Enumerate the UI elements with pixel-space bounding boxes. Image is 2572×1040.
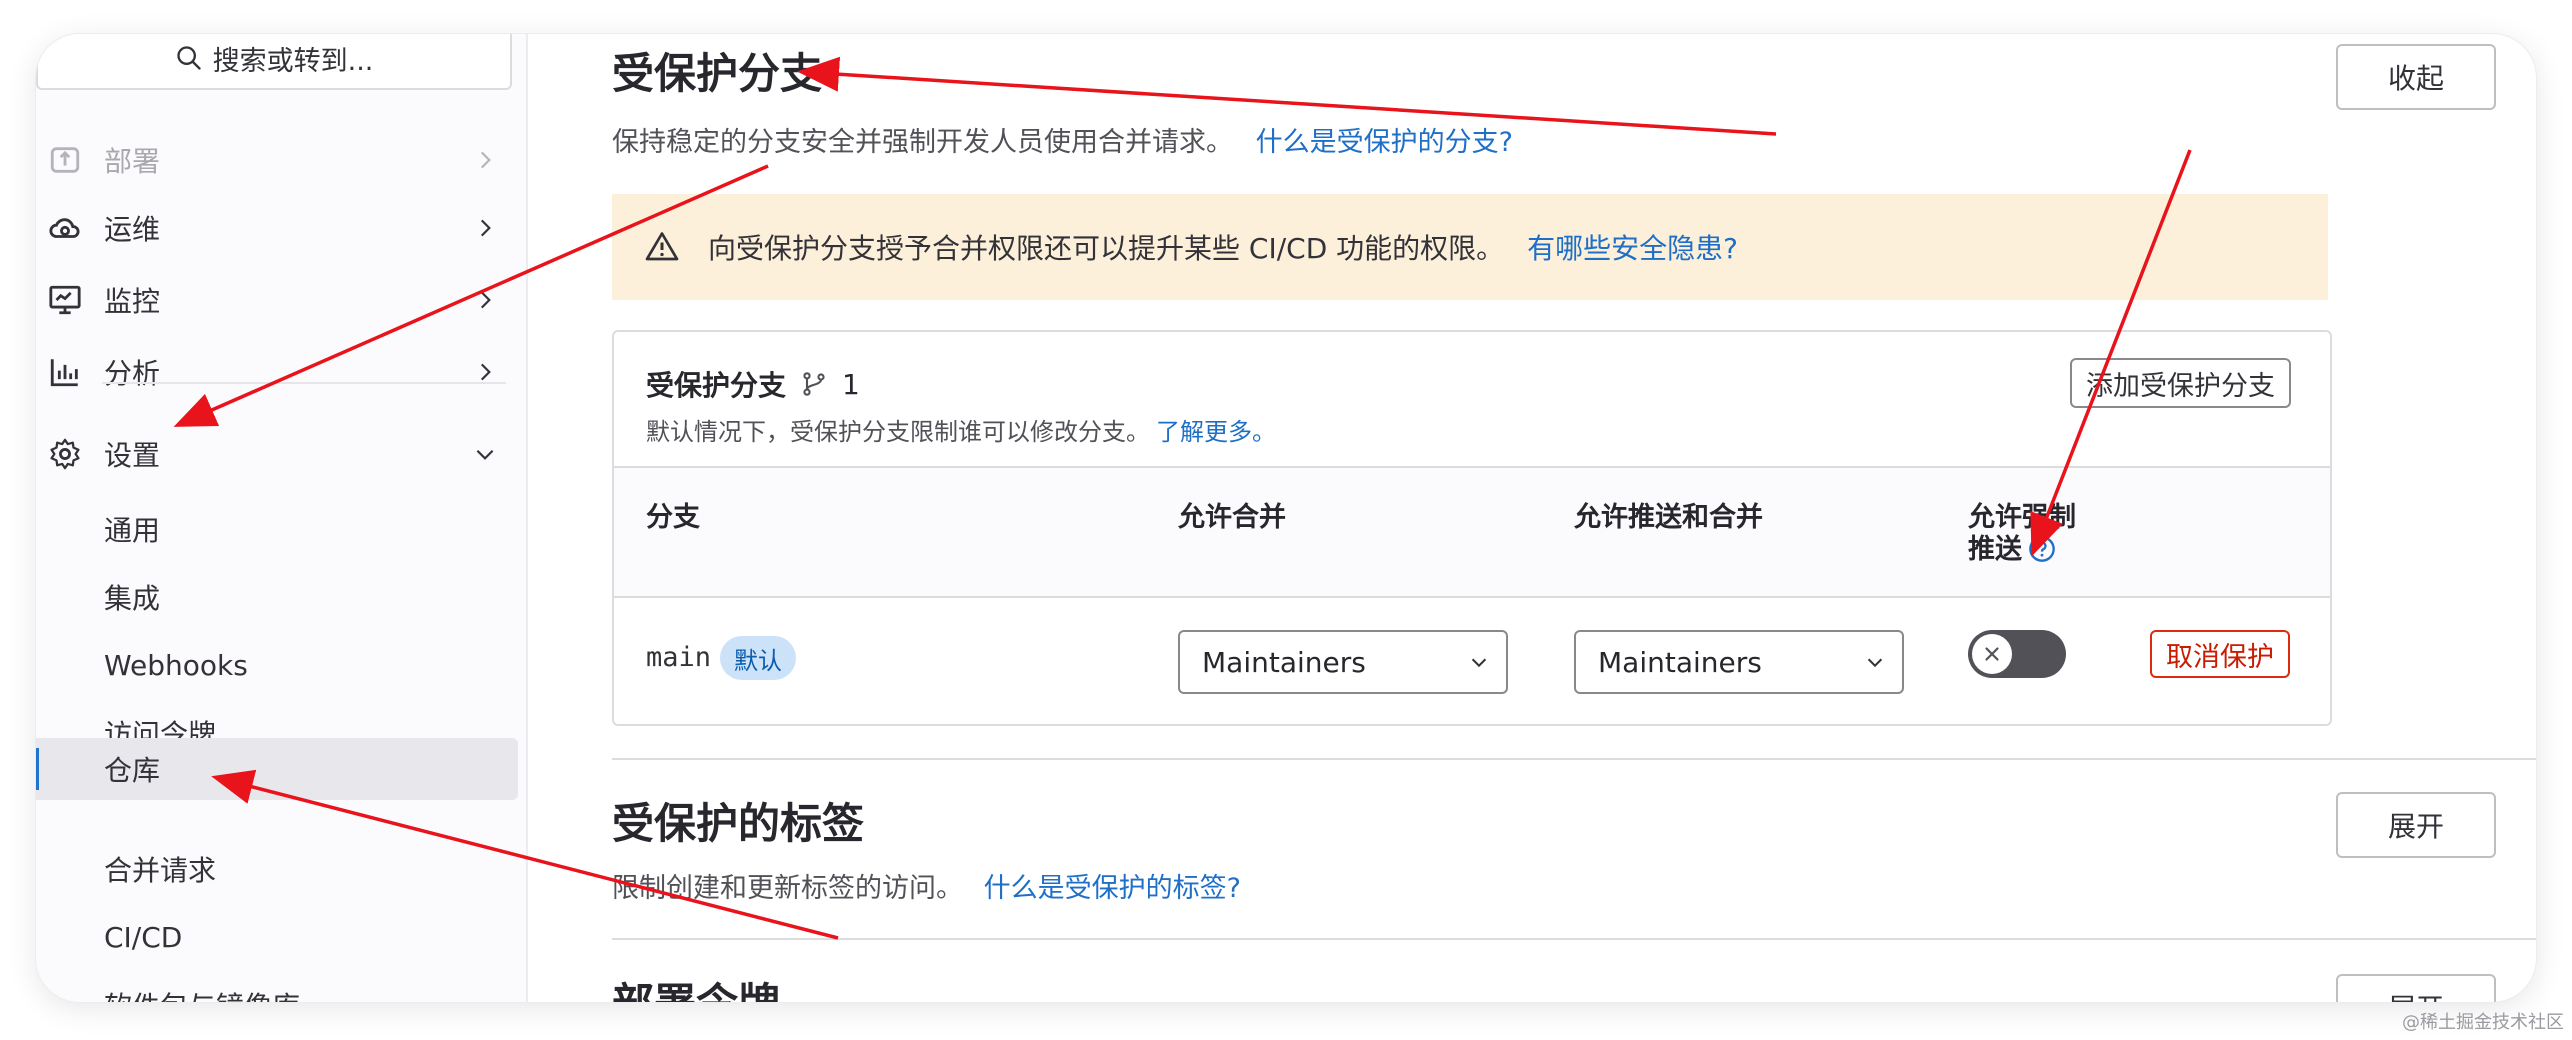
sidebar-item-operations[interactable]: 运维 — [36, 198, 506, 258]
select-value: Maintainers — [1598, 645, 1762, 679]
alert-text-wrap: 向受保护分支授予合并权限还可以提升某些 CI/CD 功能的权限。 有哪些安全隐患… — [708, 227, 1738, 267]
sidebar-item-settings[interactable]: 设置 — [36, 424, 506, 484]
sidebar-subitem-label: 软件包与镜像库 — [104, 985, 300, 1002]
sidebar-subitem-label: CI/CD — [104, 920, 183, 954]
warning-icon — [645, 232, 679, 261]
permission-warning-alert: 向受保护分支授予合并权限还可以提升某些 CI/CD 功能的权限。 有哪些安全隐患… — [612, 194, 2328, 300]
sidebar-subitem-merge-requests[interactable]: 合并请求 — [36, 838, 518, 900]
table-row: main 默认 Maintainers Maintainers 取消保护 — [614, 596, 2330, 722]
protected-branches-help-link[interactable]: 什么是受保护的分支? — [1256, 127, 1513, 158]
sidebar-subitem-label: 仓库 — [104, 754, 161, 787]
search-icon — [176, 46, 201, 70]
force-push-header-line2: 推送 — [1968, 534, 2076, 566]
chevron-down-icon — [1867, 658, 1883, 668]
description-text: 限制创建和更新标签的访问。 — [612, 873, 963, 904]
card-description: 默认情况下，受保护分支限制谁可以修改分支。 了解更多。 — [646, 412, 1276, 447]
question-circle-icon[interactable] — [2028, 535, 2056, 563]
sidebar-subitem-label: 通用 — [104, 514, 161, 547]
deploy-icon — [50, 147, 80, 173]
sidebar-subitem-cicd[interactable]: CI/CD — [36, 906, 518, 968]
table-header: 分支 允许合并 允许推送和合并 允许强制 推送 — [614, 466, 2330, 598]
add-protected-branch-button[interactable]: 添加受保护分支 — [2070, 358, 2291, 408]
column-header-allowed-to-merge: 允许合并 — [1178, 502, 1286, 533]
sidebar-item-label: 运维 — [104, 213, 161, 246]
close-icon — [1985, 647, 1999, 661]
unprotect-button[interactable]: 取消保护 — [2150, 630, 2290, 678]
protected-tags-help-link[interactable]: 什么是受保护的标签? — [984, 873, 1241, 904]
section-divider — [612, 758, 2536, 760]
protected-tags-title: 受保护的标签 — [612, 799, 865, 848]
chevron-right-icon — [480, 151, 491, 169]
monitor-icon — [49, 285, 81, 315]
branch-icon — [803, 372, 825, 396]
sidebar-item-analytics[interactable]: 分析 — [36, 342, 506, 402]
sidebar-subitem-label: Webhooks — [104, 648, 248, 682]
sidebar-item-monitor[interactable]: 监控 — [36, 270, 506, 330]
main-content: 受保护分支 保持稳定的分支安全并强制开发人员使用合并请求。 什么是受保护的分支?… — [528, 34, 2536, 1002]
sidebar-subitem-label: 集成 — [104, 582, 161, 615]
description-text: 保持稳定的分支安全并强制开发人员使用合并请求。 — [612, 127, 1233, 158]
learn-more-link[interactable]: 了解更多。 — [1156, 418, 1276, 446]
sidebar-subitem-webhooks[interactable]: Webhooks — [36, 634, 518, 696]
sidebar-subitem-general[interactable]: 通用 — [36, 498, 518, 560]
chevron-down-icon — [1471, 658, 1487, 668]
card-title: 受保护分支 — [646, 369, 787, 402]
sidebar-item-label: 监控 — [104, 285, 161, 318]
gear-icon — [50, 438, 80, 470]
security-risks-link[interactable]: 有哪些安全隐患? — [1527, 232, 1738, 265]
sidebar-subitem-integrations[interactable]: 集成 — [36, 566, 518, 628]
column-header-branch: 分支 — [646, 502, 700, 533]
sidebar-item-deploy[interactable]: 部署 — [36, 130, 506, 190]
expand-deploy-tokens-button[interactable]: 展开 — [2336, 974, 2496, 1002]
chevron-down-icon — [476, 449, 494, 460]
search-placeholder: 搜索或转到... — [212, 45, 374, 77]
allowed-to-merge-select[interactable]: Maintainers — [1178, 630, 1508, 694]
expand-tags-button[interactable]: 展开 — [2336, 792, 2496, 858]
protected-tags-description: 限制创建和更新标签的访问。 什么是受保护的标签? — [612, 866, 1241, 905]
chevron-right-icon — [480, 219, 491, 237]
force-push-toggle[interactable] — [1968, 630, 2066, 678]
card-description-text: 默认情况下，受保护分支限制谁可以修改分支。 — [646, 418, 1150, 446]
section-divider — [612, 938, 2536, 940]
branch-count: 1 — [842, 367, 860, 401]
sidebar-item-label: 设置 — [104, 439, 161, 472]
search-box[interactable]: 搜索或转到... — [36, 34, 512, 90]
sidebar-item-label: 部署 — [104, 145, 161, 178]
column-header-allowed-to-push: 允许推送和合并 — [1574, 502, 1763, 533]
app-window: 搜索或转到... 部署 运维 监控 分析 设置 通用 集成 Webhooks 访… — [36, 34, 2536, 1002]
branch-name: main — [646, 642, 712, 673]
sidebar-item-label: 分析 — [104, 357, 161, 390]
protected-branches-card: 受保护分支 1 默认情况下，受保护分支限制谁可以修改分支。 了解更多。 添加受保护… — [612, 330, 2332, 726]
protected-branches-title: 受保护分支 — [612, 49, 823, 98]
toggle-knob — [1972, 634, 2012, 674]
sidebar-subitem-label: 合并请求 — [104, 854, 217, 887]
allowed-to-push-select[interactable]: Maintainers — [1574, 630, 1904, 694]
deploy-tokens-title: 部署令牌 — [612, 970, 780, 1002]
sidebar-divider — [102, 382, 506, 384]
sidebar-subitem-packages-registries[interactable]: 软件包与镜像库 — [36, 974, 518, 1002]
sidebar-subitem-repository[interactable]: 仓库 — [36, 738, 518, 800]
force-push-header-line1: 允许强制 — [1968, 502, 2076, 533]
watermark: @稀土掘金技术社区 — [2402, 1012, 2564, 1033]
analytics-icon — [50, 359, 78, 387]
card-header: 受保护分支 1 — [646, 364, 860, 404]
force-push-header-text: 推送 — [1968, 534, 2022, 565]
column-header-force-push: 允许强制 推送 — [1968, 502, 2076, 566]
cloud-ops-icon — [49, 218, 80, 238]
select-value: Maintainers — [1202, 645, 1366, 679]
left-sidebar: 搜索或转到... 部署 运维 监控 分析 设置 通用 集成 Webhooks 访… — [36, 34, 528, 1002]
default-badge: 默认 — [720, 636, 796, 680]
collapse-button[interactable]: 收起 — [2336, 44, 2496, 110]
alert-message: 向受保护分支授予合并权限还可以提升某些 CI/CD 功能的权限。 — [708, 232, 1505, 265]
chevron-right-icon — [480, 291, 491, 309]
protected-branches-description: 保持稳定的分支安全并强制开发人员使用合并请求。 什么是受保护的分支? — [612, 120, 1513, 159]
